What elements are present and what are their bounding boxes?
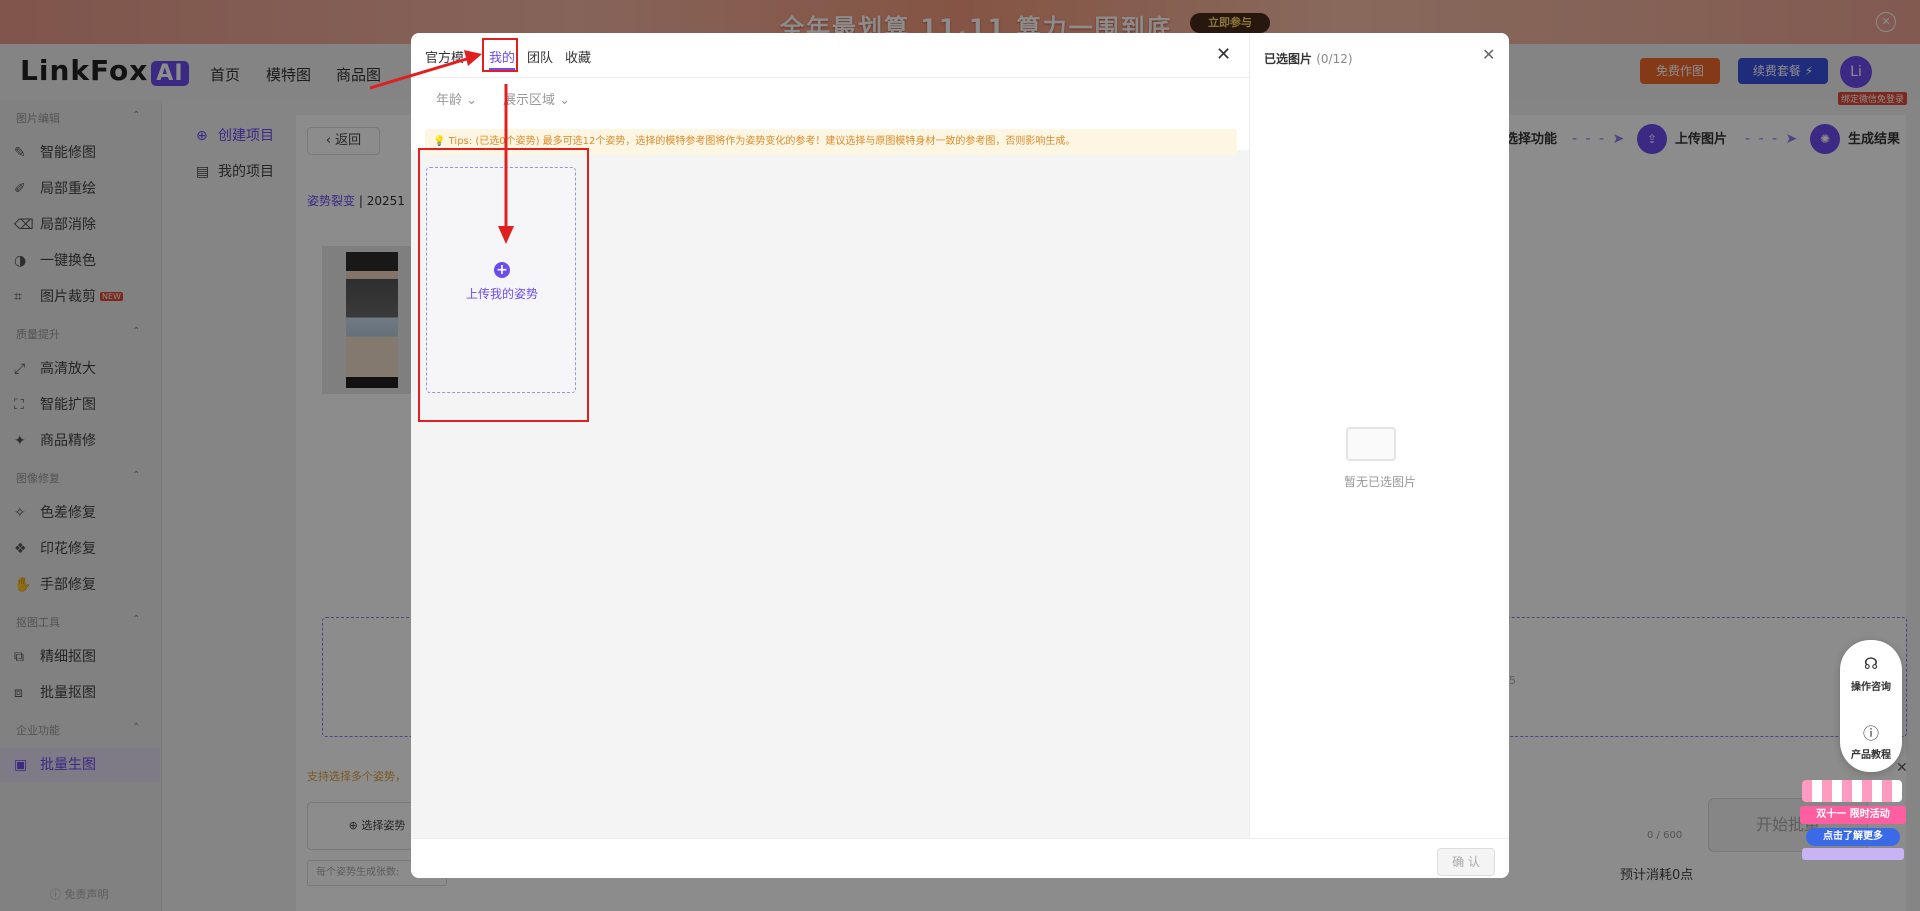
- selected-images-pane: 已选图片 (0/12) ✕ 暂无已选图片: [1249, 33, 1509, 838]
- tutorial-label[interactable]: 产品教程: [1840, 746, 1902, 761]
- selected-title: 已选图片 (0/12): [1264, 50, 1353, 67]
- empty-inbox-icon: [1346, 427, 1396, 461]
- confirm-button[interactable]: 确 认: [1437, 848, 1495, 876]
- filter-age[interactable]: 年龄 ⌄: [436, 89, 477, 108]
- filter-display-label: 展示区域: [503, 93, 556, 108]
- tab-favorites[interactable]: 收藏: [565, 47, 591, 66]
- chevron-down-icon: ⌄: [466, 93, 478, 108]
- tab-team[interactable]: 团队: [527, 47, 553, 66]
- headset-icon[interactable]: ☊: [1840, 654, 1902, 673]
- filter-display-area[interactable]: 展示区域 ⌄: [503, 89, 570, 108]
- close-icon[interactable]: ✕: [1216, 44, 1231, 65]
- tab-bar: 官方模 我的 团队 收藏 ✕: [411, 33, 1249, 78]
- promo-awning: [1802, 780, 1902, 802]
- help-float-panel: ☊ 操作咨询 ⓘ 产品教程: [1840, 640, 1902, 772]
- close-icon[interactable]: ✕: [1482, 45, 1495, 64]
- promo-title: 双十一 限时活动: [1800, 806, 1906, 824]
- promo-close-icon[interactable]: ✕: [1896, 760, 1908, 776]
- chevron-down-icon: ⌄: [559, 93, 571, 108]
- selected-count: (0/12): [1316, 52, 1353, 66]
- promo-more-button[interactable]: 点击了解更多: [1806, 828, 1900, 846]
- promo-base: [1802, 848, 1904, 860]
- filter-age-label: 年龄: [436, 93, 463, 108]
- double11-promo-widget[interactable]: 双十一 限时活动 点击了解更多: [1800, 772, 1906, 862]
- consult-label[interactable]: 操作咨询: [1840, 678, 1902, 693]
- annotation-box-upload: [418, 148, 589, 422]
- question-icon[interactable]: ⓘ: [1840, 720, 1902, 744]
- modal-footer: 确 认: [411, 838, 1509, 878]
- tab-official[interactable]: 官方模: [425, 47, 464, 66]
- annotation-box-tab: [482, 38, 518, 72]
- empty-text: 暂无已选图片: [1343, 475, 1416, 489]
- selected-title-label: 已选图片: [1264, 52, 1313, 66]
